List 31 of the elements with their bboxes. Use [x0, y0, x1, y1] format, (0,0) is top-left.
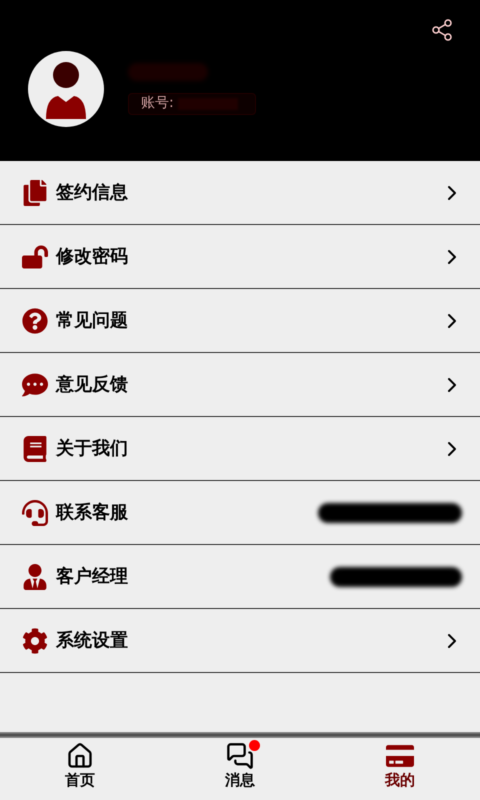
- headset-icon: [22, 500, 48, 526]
- menu-label: 系统设置: [56, 629, 128, 653]
- menu-label: 关于我们: [56, 437, 128, 461]
- feedback-icon: [22, 372, 48, 398]
- menu-item[interactable]: 关于我们: [0, 417, 480, 481]
- menu-item[interactable]: 系统设置: [0, 609, 480, 673]
- nav-tab[interactable]: 我的: [320, 738, 480, 800]
- settings-icon: [22, 628, 48, 654]
- unlocked-padlock-icon: [22, 244, 48, 270]
- menu-label: 联系客服: [56, 501, 128, 525]
- menu-label: 客户经理: [56, 565, 128, 589]
- question-icon: [22, 308, 48, 334]
- menu-item[interactable]: 签约信息: [0, 161, 480, 225]
- menu-item[interactable]: 意见反馈: [0, 353, 480, 417]
- chat-icon: [226, 742, 254, 770]
- account-label: 账号:: [141, 94, 174, 113]
- menu-item[interactable]: 联系客服: [0, 481, 480, 545]
- menu-item[interactable]: 常见问题: [0, 289, 480, 353]
- card-icon: [386, 742, 414, 770]
- person-icon: [22, 564, 48, 590]
- menu-label: 意见反馈: [56, 373, 128, 397]
- menu-label: 签约信息: [56, 181, 128, 205]
- menu-item[interactable]: 客户经理: [0, 545, 480, 609]
- nav-tab[interactable]: 首页: [0, 738, 160, 800]
- home-icon: [66, 742, 94, 770]
- menu-label: 修改密码: [56, 245, 128, 269]
- book-icon: [22, 436, 48, 462]
- menu-label: 常见问题: [56, 309, 128, 333]
- document-icon: [22, 180, 48, 206]
- menu-item[interactable]: 修改密码: [0, 225, 480, 289]
- nav-tab[interactable]: 消息: [160, 738, 320, 800]
